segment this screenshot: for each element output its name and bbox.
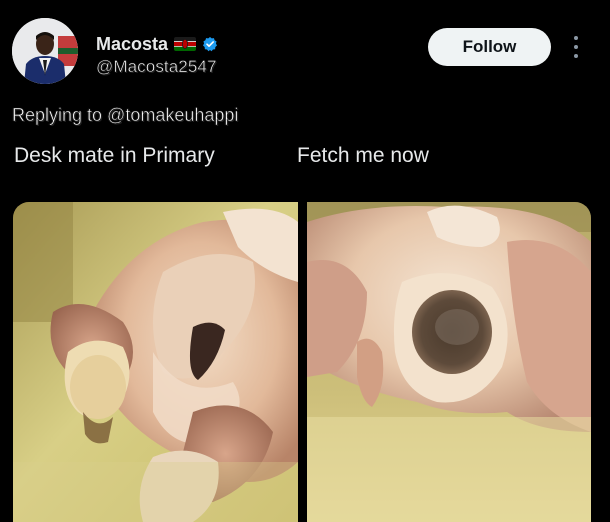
display-name[interactable]: Macosta [96,33,168,55]
follow-button[interactable]: Follow [428,28,551,66]
verified-badge-icon [202,36,218,52]
more-dot [574,45,578,49]
kenya-flag-icon [174,37,197,51]
author-name-row: Macosta [96,33,218,55]
caption-left: Desk mate in Primary [14,144,215,167]
media-grid [13,202,591,522]
photo-left[interactable] [13,202,298,522]
avatar[interactable] [12,18,78,84]
more-vertical-icon[interactable] [566,36,586,58]
author-handle[interactable]: @Macosta2547 [96,57,217,77]
tweet: Macosta @Macosta2547 Follow Replying to … [0,0,610,522]
caption-right: Fetch me now [297,144,429,167]
more-dot [574,36,578,40]
more-dot [574,54,578,58]
reply-context[interactable]: Replying to @tomakeuhappi [12,104,239,126]
photo-right[interactable] [307,202,591,522]
